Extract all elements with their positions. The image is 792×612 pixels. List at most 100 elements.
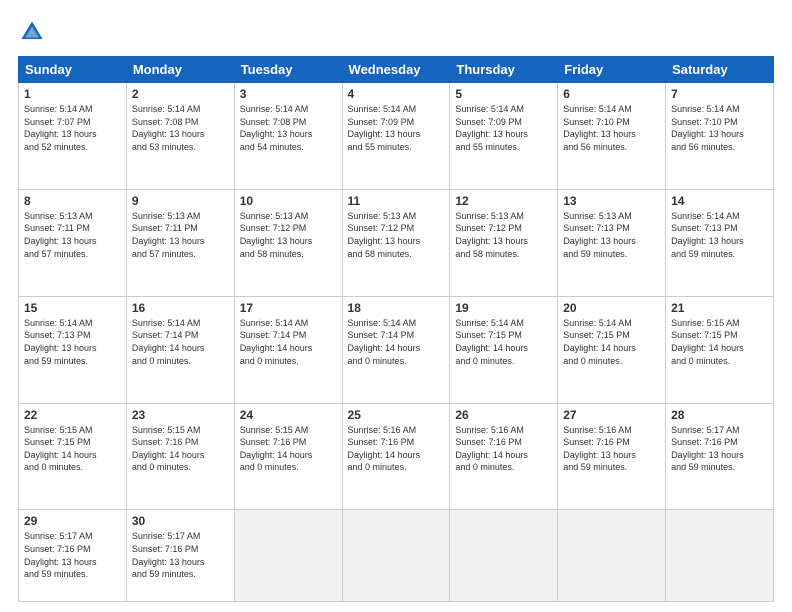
calendar-cell: [558, 510, 666, 602]
day-number: 14: [671, 194, 768, 208]
calendar-cell: 8 Sunrise: 5:13 AM Sunset: 7:11 PM Daylig…: [19, 189, 127, 296]
calendar-cell: 7 Sunrise: 5:14 AM Sunset: 7:10 PM Daylig…: [666, 83, 774, 190]
day-number: 2: [132, 87, 229, 101]
day-info: Sunrise: 5:14 AM Sunset: 7:08 PM Dayligh…: [132, 103, 229, 153]
calendar-cell: [234, 510, 342, 602]
calendar-week-3: 15 Sunrise: 5:14 AM Sunset: 7:13 PM Dayli…: [19, 296, 774, 403]
day-number: 11: [348, 194, 445, 208]
day-number: 24: [240, 408, 337, 422]
calendar-cell: 26 Sunrise: 5:16 AM Sunset: 7:16 PM Dayli…: [450, 403, 558, 510]
calendar-cell: 20 Sunrise: 5:14 AM Sunset: 7:15 PM Dayli…: [558, 296, 666, 403]
day-info: Sunrise: 5:14 AM Sunset: 7:09 PM Dayligh…: [348, 103, 445, 153]
day-info: Sunrise: 5:14 AM Sunset: 7:10 PM Dayligh…: [671, 103, 768, 153]
day-info: Sunrise: 5:13 AM Sunset: 7:13 PM Dayligh…: [563, 210, 660, 260]
calendar-cell: 5 Sunrise: 5:14 AM Sunset: 7:09 PM Daylig…: [450, 83, 558, 190]
calendar-cell: [666, 510, 774, 602]
day-of-week-row: SundayMondayTuesdayWednesdayThursdayFrid…: [19, 57, 774, 83]
day-info: Sunrise: 5:14 AM Sunset: 7:14 PM Dayligh…: [348, 317, 445, 367]
day-header-saturday: Saturday: [666, 57, 774, 83]
calendar-cell: 9 Sunrise: 5:13 AM Sunset: 7:11 PM Daylig…: [126, 189, 234, 296]
day-info: Sunrise: 5:16 AM Sunset: 7:16 PM Dayligh…: [348, 424, 445, 474]
day-info: Sunrise: 5:17 AM Sunset: 7:16 PM Dayligh…: [24, 530, 121, 580]
day-number: 23: [132, 408, 229, 422]
day-info: Sunrise: 5:14 AM Sunset: 7:07 PM Dayligh…: [24, 103, 121, 153]
day-number: 3: [240, 87, 337, 101]
day-number: 17: [240, 301, 337, 315]
day-number: 25: [348, 408, 445, 422]
calendar-cell: 4Sunrise: 5:14 AM Sunset: 7:09 PM Daylig…: [342, 83, 450, 190]
day-info: Sunrise: 5:13 AM Sunset: 7:12 PM Dayligh…: [455, 210, 552, 260]
day-number: 5: [455, 87, 552, 101]
day-header-sunday: Sunday: [19, 57, 127, 83]
day-info: Sunrise: 5:17 AM Sunset: 7:16 PM Dayligh…: [671, 424, 768, 474]
calendar-cell: 12 Sunrise: 5:13 AM Sunset: 7:12 PM Dayli…: [450, 189, 558, 296]
calendar-week-4: 22 Sunrise: 5:15 AM Sunset: 7:15 PM Dayli…: [19, 403, 774, 510]
day-info: Sunrise: 5:14 AM Sunset: 7:13 PM Dayligh…: [24, 317, 121, 367]
day-number: 13: [563, 194, 660, 208]
calendar-cell: 21 Sunrise: 5:15 AM Sunset: 7:15 PM Dayli…: [666, 296, 774, 403]
calendar-week-1: 1 Sunrise: 5:14 AM Sunset: 7:07 PM Daylig…: [19, 83, 774, 190]
day-info: Sunrise: 5:15 AM Sunset: 7:16 PM Dayligh…: [132, 424, 229, 474]
day-number: 15: [24, 301, 121, 315]
calendar-week-2: 8 Sunrise: 5:13 AM Sunset: 7:11 PM Daylig…: [19, 189, 774, 296]
day-info: Sunrise: 5:16 AM Sunset: 7:16 PM Dayligh…: [455, 424, 552, 474]
calendar-cell: 13 Sunrise: 5:13 AM Sunset: 7:13 PM Dayli…: [558, 189, 666, 296]
day-number: 10: [240, 194, 337, 208]
calendar-cell: 23 Sunrise: 5:15 AM Sunset: 7:16 PM Dayli…: [126, 403, 234, 510]
calendar-cell: 27 Sunrise: 5:16 AM Sunset: 7:16 PM Dayli…: [558, 403, 666, 510]
calendar-cell: [342, 510, 450, 602]
day-number: 19: [455, 301, 552, 315]
day-info: Sunrise: 5:13 AM Sunset: 7:12 PM Dayligh…: [240, 210, 337, 260]
calendar-cell: 18 Sunrise: 5:14 AM Sunset: 7:14 PM Dayli…: [342, 296, 450, 403]
day-info: Sunrise: 5:14 AM Sunset: 7:14 PM Dayligh…: [132, 317, 229, 367]
day-number: 6: [563, 87, 660, 101]
day-number: 7: [671, 87, 768, 101]
header: [18, 18, 774, 46]
day-number: 30: [132, 514, 229, 528]
day-info: Sunrise: 5:15 AM Sunset: 7:15 PM Dayligh…: [671, 317, 768, 367]
day-info: Sunrise: 5:14 AM Sunset: 7:14 PM Dayligh…: [240, 317, 337, 367]
day-info: Sunrise: 5:14 AM Sunset: 7:10 PM Dayligh…: [563, 103, 660, 153]
calendar-cell: 6 Sunrise: 5:14 AM Sunset: 7:10 PM Daylig…: [558, 83, 666, 190]
calendar-cell: 3 Sunrise: 5:14 AM Sunset: 7:08 PM Daylig…: [234, 83, 342, 190]
day-number: 28: [671, 408, 768, 422]
calendar-cell: 10 Sunrise: 5:13 AM Sunset: 7:12 PM Dayli…: [234, 189, 342, 296]
day-number: 26: [455, 408, 552, 422]
calendar-body: 1 Sunrise: 5:14 AM Sunset: 7:07 PM Daylig…: [19, 83, 774, 602]
day-info: Sunrise: 5:15 AM Sunset: 7:16 PM Dayligh…: [240, 424, 337, 474]
day-header-tuesday: Tuesday: [234, 57, 342, 83]
day-number: 22: [24, 408, 121, 422]
day-number: 1: [24, 87, 121, 101]
calendar-cell: 19Sunrise: 5:14 AM Sunset: 7:15 PM Dayli…: [450, 296, 558, 403]
logo: [18, 18, 48, 46]
day-number: 27: [563, 408, 660, 422]
day-info: Sunrise: 5:14 AM Sunset: 7:15 PM Dayligh…: [563, 317, 660, 367]
day-number: 29: [24, 514, 121, 528]
day-number: 18: [348, 301, 445, 315]
day-number: 8: [24, 194, 121, 208]
day-info: Sunrise: 5:13 AM Sunset: 7:12 PM Dayligh…: [348, 210, 445, 260]
calendar-cell: 29 Sunrise: 5:17 AM Sunset: 7:16 PM Dayli…: [19, 510, 127, 602]
calendar-cell: 16 Sunrise: 5:14 AM Sunset: 7:14 PM Dayli…: [126, 296, 234, 403]
day-info: Sunrise: 5:16 AM Sunset: 7:16 PM Dayligh…: [563, 424, 660, 474]
day-info: Sunrise: 5:13 AM Sunset: 7:11 PM Dayligh…: [24, 210, 121, 260]
day-number: 16: [132, 301, 229, 315]
calendar-cell: 30Sunrise: 5:17 AM Sunset: 7:16 PM Dayli…: [126, 510, 234, 602]
day-info: Sunrise: 5:15 AM Sunset: 7:15 PM Dayligh…: [24, 424, 121, 474]
day-header-monday: Monday: [126, 57, 234, 83]
day-info: Sunrise: 5:13 AM Sunset: 7:11 PM Dayligh…: [132, 210, 229, 260]
day-number: 20: [563, 301, 660, 315]
day-number: 9: [132, 194, 229, 208]
logo-icon: [18, 18, 46, 46]
day-info: Sunrise: 5:14 AM Sunset: 7:09 PM Dayligh…: [455, 103, 552, 153]
calendar-cell: 2 Sunrise: 5:14 AM Sunset: 7:08 PM Daylig…: [126, 83, 234, 190]
page: SundayMondayTuesdayWednesdayThursdayFrid…: [0, 0, 792, 612]
day-info: Sunrise: 5:14 AM Sunset: 7:13 PM Dayligh…: [671, 210, 768, 260]
calendar-cell: 15 Sunrise: 5:14 AM Sunset: 7:13 PM Dayli…: [19, 296, 127, 403]
day-header-wednesday: Wednesday: [342, 57, 450, 83]
day-number: 12: [455, 194, 552, 208]
calendar-cell: 1 Sunrise: 5:14 AM Sunset: 7:07 PM Daylig…: [19, 83, 127, 190]
day-header-friday: Friday: [558, 57, 666, 83]
day-info: Sunrise: 5:14 AM Sunset: 7:08 PM Dayligh…: [240, 103, 337, 153]
day-number: 21: [671, 301, 768, 315]
